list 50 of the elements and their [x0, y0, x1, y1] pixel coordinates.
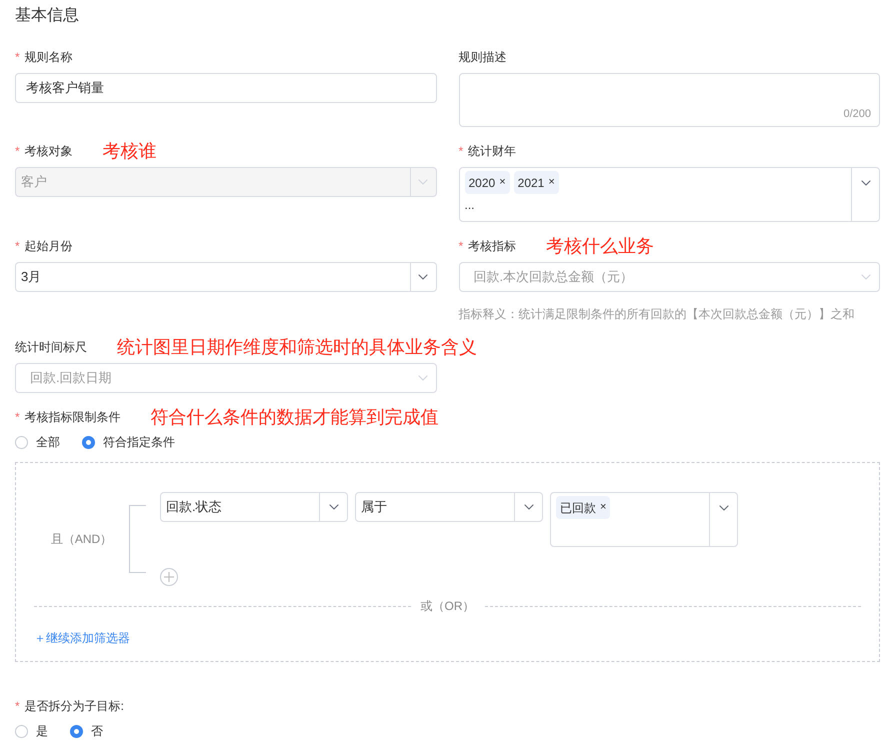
annotation: 符合什么条件的数据才能算到完成值	[150, 408, 439, 426]
required-mark: *	[458, 145, 464, 157]
select-field[interactable]: 回款.状态	[160, 492, 348, 522]
tag: 已回款 ×	[556, 496, 610, 519]
hint-text: 指标释义：统计满足限制条件的所有回款的【本次回款总金额（元）】之和	[458, 306, 856, 323]
required-mark: *	[15, 240, 20, 252]
field-label: 考核指标	[468, 238, 516, 255]
select-field[interactable]: 3月	[15, 262, 436, 292]
field-label: 考核对象	[24, 143, 73, 160]
field-label: 是否拆分为子目标:	[24, 698, 124, 715]
required-mark: *	[458, 240, 464, 252]
required-mark: *	[15, 51, 20, 63]
more-indicator: ...	[464, 197, 476, 214]
annotation: 考核什么业务	[546, 237, 654, 255]
tag: 2021 ×	[514, 171, 559, 194]
multi-select-field[interactable]: 已回款 ×	[550, 492, 738, 547]
radio-button[interactable]	[70, 724, 83, 738]
field-label: 规则描述	[458, 49, 506, 66]
remove-icon[interactable]: ×	[499, 174, 506, 191]
field-label: 考核指标限制条件	[24, 409, 121, 426]
bracket-line	[129, 505, 146, 573]
required-mark: *	[15, 411, 20, 423]
tag: 2020 ×	[464, 171, 510, 194]
radio-button[interactable]	[15, 724, 28, 738]
character-counter: 0/200	[843, 106, 871, 122]
add-condition-button[interactable]	[160, 568, 178, 586]
field-label: 统计时间标尺	[15, 339, 87, 356]
required-mark: *	[15, 700, 20, 712]
radio-option[interactable]: 是	[15, 722, 48, 740]
radio-option[interactable]: 符合指定条件	[82, 433, 175, 451]
field-label: 起始月份	[24, 238, 73, 255]
remove-icon[interactable]: ×	[548, 174, 555, 191]
field-label: 规则名称	[24, 49, 73, 66]
radio-option[interactable]: 否	[70, 722, 103, 740]
radio-button[interactable]	[15, 436, 28, 448]
select-field[interactable]: 属于	[355, 492, 543, 522]
logic-label: 且（AND）	[50, 531, 114, 548]
text-field[interactable]: 考核客户销量	[15, 73, 436, 103]
logic-label: 或（OR）	[420, 598, 476, 615]
section-title: 基本信息	[15, 6, 80, 26]
plus-icon	[164, 572, 174, 582]
multi-select-field[interactable]: 2020 × 2021 × ...	[458, 167, 880, 222]
radio-button[interactable]	[82, 436, 95, 448]
annotation: 统计图里日期作维度和筛选时的具体业务含义	[117, 338, 477, 356]
field-label: 统计财年	[468, 143, 516, 160]
remove-icon[interactable]: ×	[600, 499, 606, 516]
required-mark: *	[15, 145, 20, 157]
annotation: 考核谁	[102, 142, 157, 160]
radio-option[interactable]: 全部	[15, 433, 60, 451]
add-filter-link[interactable]: ＋继续添加筛选器	[34, 629, 130, 647]
